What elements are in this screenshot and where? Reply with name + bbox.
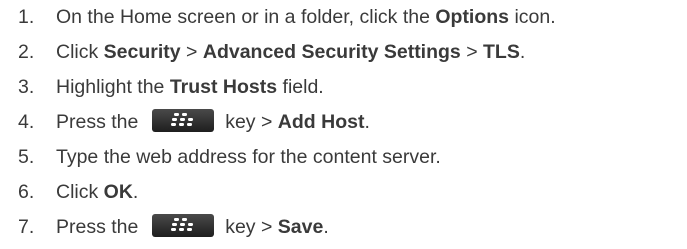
step-number: 2. — [18, 41, 35, 63]
advanced-security-settings-label: Advanced Security Settings — [202, 41, 461, 63]
instruction-steps: 1. On the Home screen or in a folder, cl… — [0, 0, 687, 249]
step-number: 5. — [18, 146, 35, 168]
step-text: Press the key > Add Host. — [56, 109, 370, 133]
step-text: Press the key > Save. — [56, 214, 329, 238]
step-number: 4. — [18, 111, 35, 133]
ok-label: OK — [103, 181, 133, 203]
step-text: Highlight the Trust Hosts field. — [56, 76, 324, 98]
tls-label: TLS — [483, 41, 520, 63]
step-number: 3. — [18, 76, 35, 98]
add-host-label: Add Host — [277, 111, 365, 133]
blackberry-menu-key-icon — [151, 109, 214, 132]
step-text: Type the web address for the content ser… — [56, 146, 441, 168]
step-text: On the Home screen or in a folder, click… — [56, 6, 556, 28]
step-number: 1. — [18, 6, 35, 28]
security-label: Security — [103, 41, 181, 63]
step-number: 6. — [18, 181, 35, 203]
trust-hosts-label: Trust Hosts — [169, 76, 278, 98]
options-label: Options — [435, 6, 510, 28]
blackberry-menu-key-icon — [151, 214, 214, 237]
step-text: Click Security > Advanced Security Setti… — [56, 41, 526, 63]
step-text: Click OK. — [56, 181, 139, 203]
step-number: 7. — [18, 216, 35, 238]
save-label: Save — [277, 216, 324, 238]
